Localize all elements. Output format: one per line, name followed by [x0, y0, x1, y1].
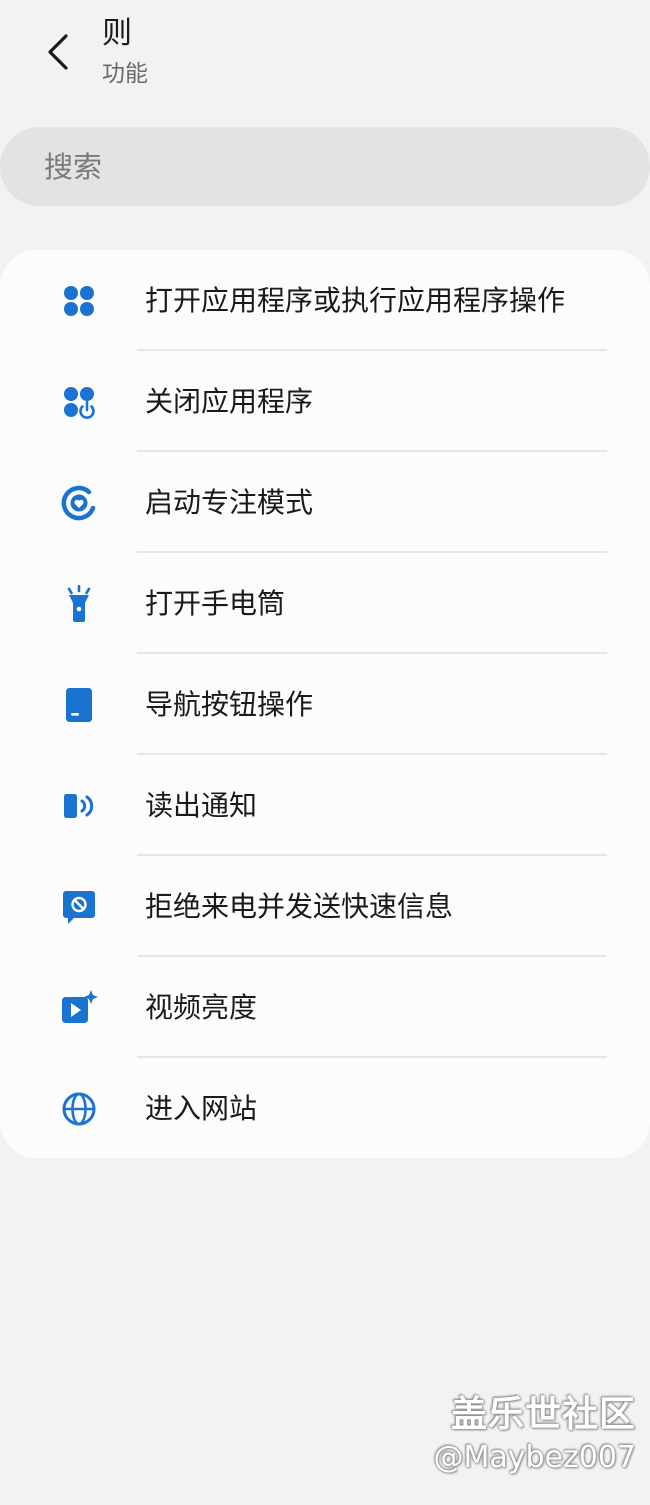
- page-title: 则: [102, 16, 132, 51]
- focus-mode-icon: [60, 484, 98, 522]
- action-item-focus-mode[interactable]: 启动专注模式: [0, 452, 650, 553]
- navigation-bar-icon: [60, 686, 98, 724]
- watermark-brand: 盖乐世社区: [450, 1394, 636, 1435]
- action-label: 关闭应用程序: [145, 385, 314, 418]
- action-label: 读出通知: [145, 789, 258, 822]
- action-label: 进入网站: [145, 1092, 258, 1125]
- action-item-close-app[interactable]: 关闭应用程序: [0, 351, 650, 452]
- apps-icon: [60, 282, 98, 320]
- page-subtitle: 功能: [102, 61, 148, 87]
- watermark-user: @Maybez007: [433, 1440, 636, 1475]
- action-label: 导航按钮操作: [145, 688, 314, 721]
- action-item-flashlight[interactable]: 打开手电筒: [0, 553, 650, 654]
- chevron-left-icon: [48, 34, 68, 70]
- action-label: 打开手电筒: [145, 587, 286, 620]
- action-label: 打开应用程序或执行应用程序操作: [145, 284, 566, 317]
- action-item-read-notifications[interactable]: 读出通知: [0, 755, 650, 856]
- close-apps-icon: [60, 383, 98, 421]
- action-label: 视频亮度: [145, 991, 258, 1024]
- screen: 则 功能 打开应用程序或执行应用程序操作: [0, 0, 650, 1505]
- action-list: 打开应用程序或执行应用程序操作 关闭应用程序 启动专注模式 打开手电筒 导航按钮…: [0, 250, 650, 1158]
- search-input[interactable]: [44, 149, 604, 184]
- action-item-open-website[interactable]: 进入网站: [0, 1058, 650, 1159]
- action-item-open-app[interactable]: 打开应用程序或执行应用程序操作: [0, 250, 650, 351]
- action-item-video-brightness[interactable]: 视频亮度: [0, 957, 650, 1058]
- flashlight-icon: [60, 585, 98, 623]
- action-item-navigation-button[interactable]: 导航按钮操作: [0, 654, 650, 755]
- action-label: 拒绝来电并发送快速信息: [145, 890, 454, 923]
- watermark: 盖乐世社区 @Maybez007: [433, 1392, 636, 1478]
- search-bar[interactable]: [0, 127, 650, 206]
- app-header: 则 功能: [0, 0, 650, 110]
- reject-call-message-icon: [60, 888, 98, 926]
- action-label: 启动专注模式: [145, 486, 314, 519]
- action-item-reject-call[interactable]: 拒绝来电并发送快速信息: [0, 856, 650, 957]
- read-aloud-icon: [60, 787, 98, 825]
- back-button[interactable]: [30, 22, 84, 82]
- video-brightness-icon: [60, 989, 98, 1027]
- globe-icon: [60, 1090, 98, 1128]
